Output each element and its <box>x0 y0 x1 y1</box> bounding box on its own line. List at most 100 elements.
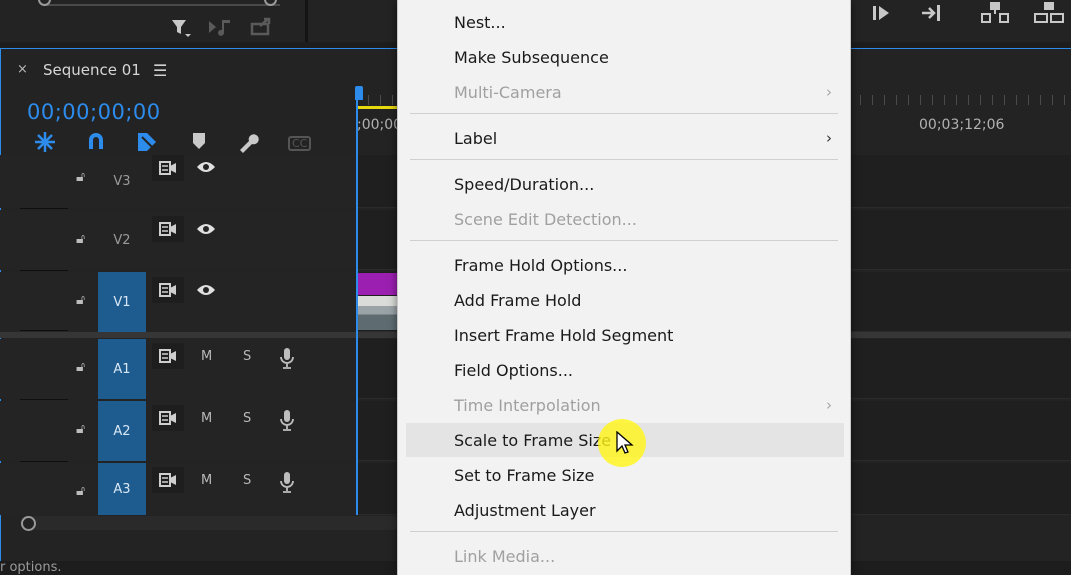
lock-icon[interactable]: 🔓︎ <box>76 359 85 375</box>
mute-button[interactable]: M <box>201 473 212 488</box>
lock-icon[interactable]: 🔓︎ <box>76 421 85 437</box>
premiere-window: × Sequence 01 ☰ 00;00;00;00 CC ;00;00 00… <box>0 0 1071 575</box>
scrollbar-handle[interactable] <box>21 516 36 531</box>
source-panel-strip <box>0 0 305 42</box>
lock-icon[interactable]: 🔓︎ <box>76 483 85 499</box>
sync-lock-icon[interactable] <box>152 155 184 181</box>
track-header: 🔓︎ V2 <box>0 210 355 270</box>
menu-item-add-frame-hold[interactable]: Add Frame Hold <box>406 283 844 317</box>
sync-lock-icon[interactable] <box>152 343 184 369</box>
video-clip-header[interactable] <box>358 273 398 295</box>
playhead-timecode[interactable]: 00;00;00;00 <box>27 100 161 124</box>
menu-divider <box>410 159 838 160</box>
insert-overwrite-sequences-icon[interactable] <box>34 131 56 157</box>
step-forward-icon[interactable] <box>871 3 893 26</box>
track-target-label[interactable]: A3 <box>98 463 146 515</box>
track-target-label[interactable]: V1 <box>98 272 146 332</box>
menu-item-frame-hold-options[interactable]: Frame Hold Options... <box>406 248 844 282</box>
sync-lock-icon[interactable] <box>152 277 184 303</box>
audio-insert-icon[interactable] <box>208 17 234 40</box>
lift-icon[interactable] <box>980 0 1010 27</box>
menu-item-multi-camera[interactable]: Multi-Camera › <box>406 75 844 109</box>
menu-item-time-interpolation[interactable]: Time Interpolation › <box>406 388 844 422</box>
menu-item-label: Multi-Camera <box>454 82 562 102</box>
menu-item-label: Link Media... <box>454 546 556 566</box>
submenu-arrow-icon: › <box>826 83 832 101</box>
track-divider <box>20 270 68 271</box>
menu-item-label: Add Frame Hold <box>454 290 582 310</box>
mute-button[interactable]: M <box>201 411 212 426</box>
menu-divider <box>410 240 838 241</box>
add-marker-icon[interactable] <box>191 131 207 155</box>
close-sequence-button[interactable]: × <box>17 62 28 77</box>
menu-item-label: Insert Frame Hold Segment <box>454 325 674 345</box>
menu-item-label: Speed/Duration... <box>454 174 595 194</box>
track-header: 🔓︎ A1 M S <box>0 339 355 399</box>
eye-icon[interactable] <box>196 282 216 301</box>
sync-lock-icon[interactable] <box>152 467 184 493</box>
captions-icon[interactable]: CC <box>288 136 312 151</box>
submenu-arrow-icon: › <box>826 129 832 147</box>
track-target-label[interactable]: V2 <box>98 210 146 270</box>
lock-icon[interactable]: 🔓︎ <box>76 231 85 247</box>
solo-button[interactable]: S <box>243 411 251 426</box>
eye-icon[interactable] <box>196 159 216 178</box>
menu-item-adjustment-layer[interactable]: Adjustment Layer <box>406 493 844 527</box>
go-to-out-icon[interactable] <box>920 3 944 26</box>
menu-item-field-options[interactable]: Field Options... <box>406 353 844 387</box>
linked-selection-icon[interactable] <box>136 131 158 157</box>
track-header: 🔓︎ A3 M S <box>0 463 355 515</box>
eye-icon[interactable] <box>196 221 216 240</box>
menu-item-label: Label <box>454 128 498 148</box>
track-target-label[interactable]: A1 <box>98 339 146 399</box>
microphone-icon[interactable] <box>279 409 295 435</box>
track-divider <box>20 399 68 400</box>
track-header: 🔓︎ V1 <box>0 272 355 332</box>
snap-magnet-icon[interactable] <box>86 131 106 155</box>
menu-item-speed-duration[interactable]: Speed/Duration... <box>406 167 844 201</box>
track-header: 🔓︎ A2 M S <box>0 401 355 461</box>
clip-context-menu: Nest... Make Subsequence Multi-Camera › L… <box>397 0 851 575</box>
timeline-settings-wrench-icon[interactable] <box>237 131 261 157</box>
menu-item-label: Adjustment Layer <box>454 500 596 520</box>
playhead-line[interactable] <box>356 100 358 515</box>
menu-item-link-media[interactable]: Link Media... <box>406 539 844 573</box>
menu-item-nest[interactable]: Nest... <box>406 5 844 39</box>
microphone-icon[interactable] <box>279 471 295 497</box>
menu-divider <box>410 531 838 532</box>
lock-icon[interactable]: 🔓︎ <box>76 292 85 308</box>
microphone-icon[interactable] <box>279 347 295 373</box>
extract-icon[interactable] <box>1033 0 1065 27</box>
zoom-scrollbar-left-handle[interactable] <box>38 0 51 6</box>
sync-lock-icon[interactable] <box>152 216 184 242</box>
sync-lock-icon[interactable] <box>152 405 184 431</box>
work-area-bar[interactable] <box>358 106 398 109</box>
menu-item-label-submenu[interactable]: Label › <box>406 121 844 155</box>
menu-item-label: Nest... <box>454 12 506 32</box>
lock-icon[interactable]: 🔓︎ <box>76 169 85 185</box>
solo-button[interactable]: S <box>243 349 251 364</box>
ruler-time-label: 00;03;12;06 <box>919 117 1005 133</box>
sequence-tab-title[interactable]: Sequence 01 <box>43 61 141 79</box>
menu-item-label: Scale to Frame Size <box>454 430 612 450</box>
playhead-handle[interactable] <box>355 86 363 100</box>
menu-item-insert-frame-hold-segment[interactable]: Insert Frame Hold Segment <box>406 318 844 352</box>
zoom-scrollbar[interactable] <box>38 0 280 6</box>
timeline-horizontal-scrollbar[interactable] <box>20 516 400 530</box>
export-frame-icon[interactable] <box>250 16 274 39</box>
track-target-label[interactable]: V3 <box>98 155 146 208</box>
menu-item-label: Frame Hold Options... <box>454 255 628 275</box>
track-header: 🔓︎ V3 <box>0 155 355 208</box>
filter-icon[interactable] <box>170 17 192 42</box>
ruler-start-time: ;00;00 <box>357 117 403 133</box>
track-divider <box>20 208 68 209</box>
menu-item-scene-edit-detection[interactable]: Scene Edit Detection... <box>406 202 844 236</box>
solo-button[interactable]: S <box>243 473 251 488</box>
menu-item-make-subsequence[interactable]: Make Subsequence <box>406 40 844 74</box>
menu-item-label: Field Options... <box>454 360 574 380</box>
track-target-label[interactable]: A2 <box>98 401 146 461</box>
video-clip-thumbnail[interactable] <box>358 296 398 330</box>
panel-menu-button[interactable]: ☰ <box>153 61 167 80</box>
mute-button[interactable]: M <box>201 349 212 364</box>
zoom-scrollbar-right-handle[interactable] <box>264 0 277 6</box>
